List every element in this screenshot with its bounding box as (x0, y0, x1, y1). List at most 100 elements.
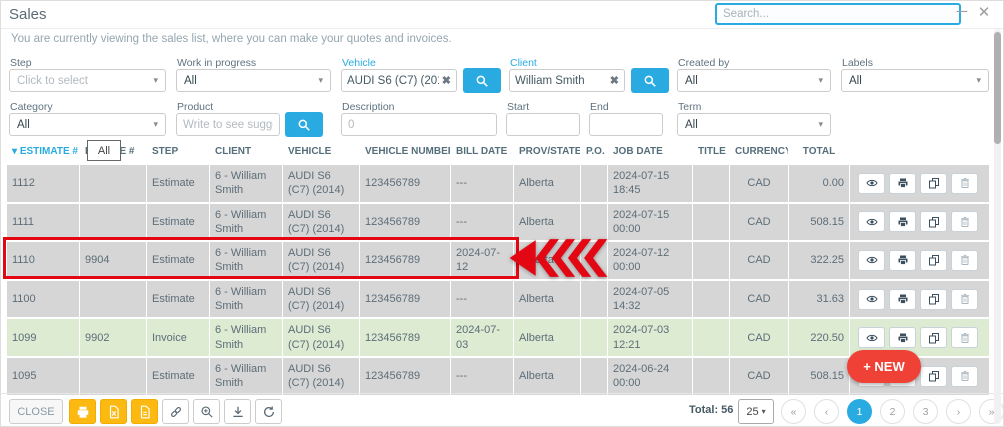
table-row[interactable]: 1112 Estimate 6 - William Smith AUDI S6 … (7, 165, 989, 202)
invoice-column-filter[interactable]: All (87, 140, 121, 161)
filter-label-start: Start (507, 101, 529, 113)
category-select[interactable]: All▾ (9, 113, 166, 136)
created-by-select[interactable]: All▾ (677, 69, 831, 92)
col-estimate[interactable]: ▾ ESTIMATE # (7, 146, 79, 157)
cell-job-date: 2024-07-15 00:00 (608, 204, 692, 241)
row-actions (850, 204, 989, 241)
col-client[interactable]: CLIENT (210, 146, 282, 157)
link-button[interactable] (162, 399, 189, 424)
print-button[interactable] (889, 211, 916, 232)
cell-po (581, 358, 607, 395)
col-vehicle-number[interactable]: VEHICLE NUMBER (360, 146, 450, 157)
page-2-button[interactable]: 2 (880, 399, 905, 424)
cell-client: 6 - William Smith (210, 165, 282, 202)
chevron-down-icon: ▾ (976, 75, 981, 86)
printer-icon (897, 177, 909, 189)
new-button[interactable]: + NEW (847, 350, 921, 383)
product-input[interactable] (176, 113, 280, 136)
labels-select[interactable]: All▾ (841, 69, 989, 92)
print-list-button[interactable] (69, 399, 96, 424)
cell-client: 6 - William Smith (210, 358, 282, 395)
duplicate-button[interactable] (920, 327, 947, 348)
col-bill-date[interactable]: BILL DATE (451, 146, 513, 157)
vertical-scrollbar-thumb[interactable] (994, 32, 1001, 144)
duplicate-button[interactable] (920, 250, 947, 271)
cell-po (581, 242, 607, 279)
delete-button[interactable] (951, 250, 978, 271)
sales-table: ▾ ESTIMATE # INVOICE # STEP CLIENT VEHIC… (7, 140, 989, 395)
view-button[interactable] (858, 250, 885, 271)
page-prev-button[interactable]: ‹ (814, 399, 839, 424)
duplicate-button[interactable] (920, 173, 947, 194)
clear-icon[interactable]: ✖ (607, 74, 619, 87)
description-input[interactable] (341, 113, 497, 136)
close-button[interactable]: CLOSE (9, 399, 63, 424)
col-step[interactable]: STEP (147, 146, 209, 157)
table-row-invoice[interactable]: 1099 9902 Invoice 6 - William Smith AUDI… (7, 319, 989, 356)
page-first-button[interactable]: « (781, 399, 806, 424)
eye-icon (866, 216, 878, 228)
search-input[interactable] (715, 3, 961, 25)
delete-button[interactable] (951, 327, 978, 348)
col-currency[interactable]: CURRENCY (730, 146, 788, 157)
duplicate-button[interactable] (920, 366, 947, 387)
row-actions (850, 165, 989, 202)
col-vehicle[interactable]: VEHICLE (283, 146, 359, 157)
delete-button[interactable] (951, 289, 978, 310)
export-excel-button[interactable] (100, 399, 127, 424)
page-1-button[interactable]: 1 (847, 399, 872, 424)
term-select[interactable]: All▾ (677, 113, 831, 136)
clear-icon[interactable]: ✖ (439, 74, 451, 87)
delete-button[interactable] (951, 173, 978, 194)
cell-title (693, 281, 729, 318)
table-row[interactable]: 1111 Estimate 6 - William Smith AUDI S6 … (7, 204, 989, 241)
vehicle-input[interactable] (347, 75, 439, 87)
filter-label-product: Product (177, 101, 213, 113)
table-row[interactable]: 1100 Estimate 6 - William Smith AUDI S6 … (7, 281, 989, 318)
client-input[interactable] (515, 75, 607, 87)
minimize-icon[interactable]: ─ (953, 3, 971, 20)
cell-vehicle: AUDI S6 (C7) (2014) (283, 281, 359, 318)
product-search-button[interactable] (285, 112, 323, 137)
print-button[interactable] (889, 250, 916, 271)
vehicle-search-button[interactable] (463, 68, 501, 93)
page-3-button[interactable]: 3 (913, 399, 938, 424)
print-button[interactable] (889, 289, 916, 310)
cell-po (581, 319, 607, 356)
start-date-input[interactable] (506, 113, 580, 136)
table-row-highlighted[interactable]: 1110 9904 Estimate 6 - William Smith AUD… (7, 242, 989, 279)
view-button[interactable] (858, 327, 885, 348)
zoom-button[interactable] (193, 399, 220, 424)
cell-estimate: 1110 (7, 242, 79, 279)
col-total[interactable]: TOTAL (789, 146, 849, 157)
col-prov-state[interactable]: PROV/STATE (514, 146, 580, 157)
refresh-button[interactable] (255, 399, 282, 424)
delete-button[interactable] (951, 211, 978, 232)
pagination: « ‹ 1 2 3 › » (781, 399, 1004, 424)
cell-vehicle: AUDI S6 (C7) (2014) (283, 204, 359, 241)
work-in-progress-select[interactable]: All▾ (176, 69, 331, 92)
col-po[interactable]: P.O. # (581, 146, 607, 157)
cell-currency: CAD (730, 319, 788, 356)
print-button[interactable] (889, 173, 916, 194)
filter-label-term: Term (678, 101, 701, 113)
duplicate-button[interactable] (920, 211, 947, 232)
duplicate-button[interactable] (920, 289, 947, 310)
step-select[interactable]: Click to select▾ (9, 69, 166, 92)
view-button[interactable] (858, 173, 885, 194)
filter-label-category: Category (10, 101, 53, 113)
close-icon[interactable]: ✕ (975, 3, 993, 21)
print-button[interactable] (889, 327, 916, 348)
delete-button[interactable] (951, 366, 978, 387)
col-job-date[interactable]: JOB DATE (608, 146, 692, 157)
client-search-button[interactable] (631, 68, 669, 93)
end-date-input[interactable] (589, 113, 663, 136)
table-row[interactable]: 1095 Estimate 6 - William Smith AUDI S6 … (7, 358, 989, 395)
page-next-button[interactable]: › (946, 399, 971, 424)
view-button[interactable] (858, 289, 885, 310)
view-button[interactable] (858, 211, 885, 232)
export-pdf-button[interactable] (131, 399, 158, 424)
download-button[interactable] (224, 399, 251, 424)
col-title[interactable]: TITLE (693, 146, 729, 157)
page-size-select[interactable]: 25▾ (738, 399, 774, 424)
